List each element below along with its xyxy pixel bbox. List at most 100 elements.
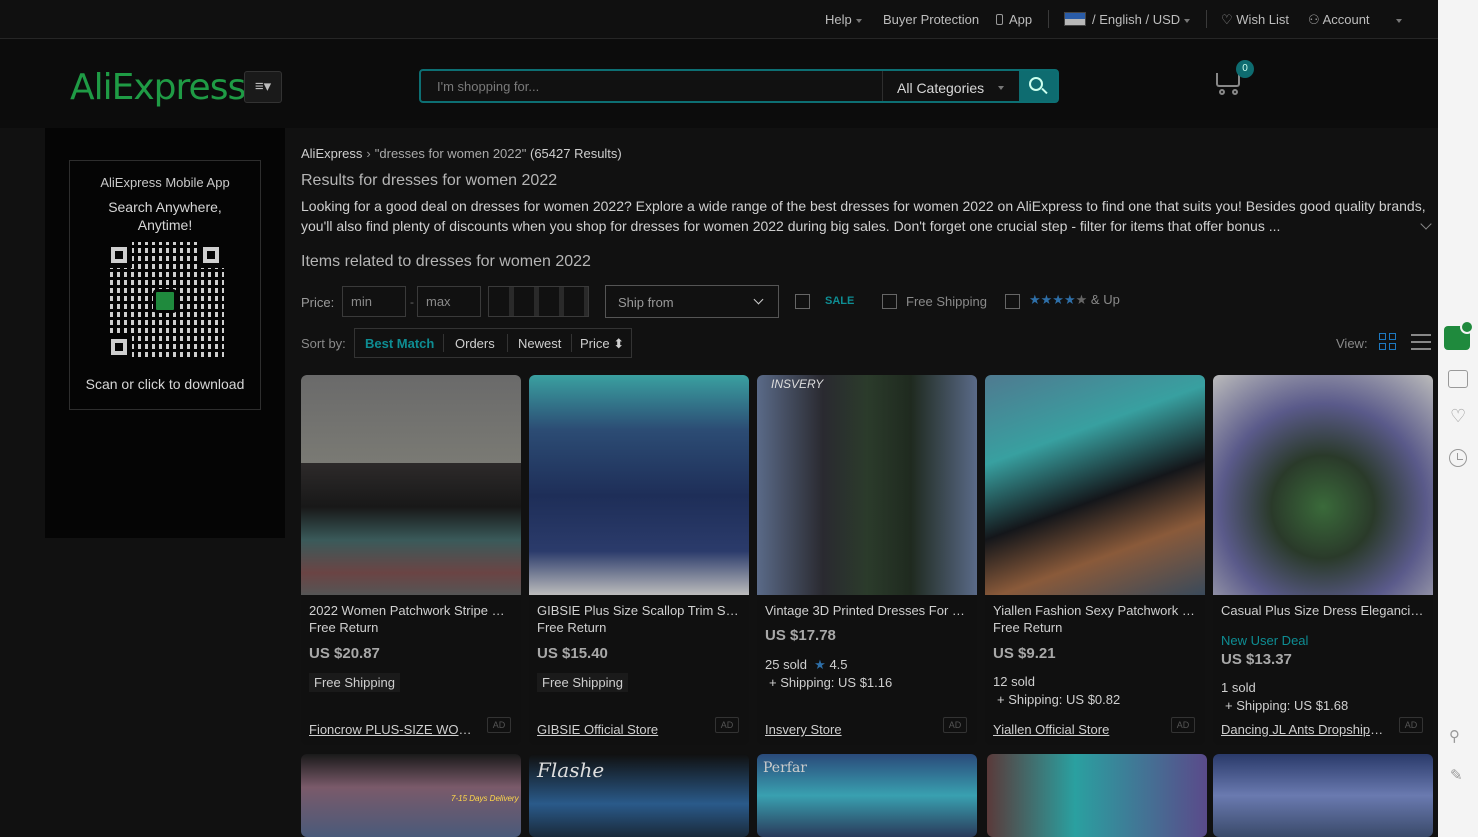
price-apply-button[interactable] (488, 286, 589, 317)
search-input[interactable] (421, 71, 881, 101)
search-button[interactable] (1019, 71, 1057, 101)
product-image[interactable] (985, 375, 1205, 595)
store-link[interactable]: Insvery Store (765, 722, 930, 737)
rating-up-label: & Up (1090, 292, 1120, 307)
sold-rating: 25 sold ★ 4.5 (765, 657, 848, 673)
product-image[interactable]: Perfar (757, 754, 977, 837)
price-dash: - (410, 295, 414, 309)
history-icon[interactable] (1449, 449, 1467, 467)
sold-count: 12 sold (993, 674, 1035, 689)
store-link[interactable]: Yiallen Official Store (993, 722, 1158, 737)
product-card[interactable] (987, 754, 1207, 837)
category-select[interactable]: All Categories (882, 71, 1020, 101)
sort-options: Best Match Orders Newest Price ⬍ (354, 328, 632, 358)
product-card[interactable]: Casual Plus Size Dress Elegancia M... Ne… (1213, 375, 1433, 745)
free-return-badge: Free Return (993, 620, 1063, 635)
product-image[interactable] (1213, 754, 1433, 837)
price-min-input[interactable] (342, 286, 406, 317)
ad-badge: AD (487, 717, 511, 733)
free-shipping-checkbox[interactable] (882, 294, 897, 309)
product-card[interactable]: Yiallen Fashion Sexy Patchwork Mi... Fre… (985, 375, 1205, 745)
breadcrumb-home[interactable]: AliExpress (301, 146, 362, 161)
results-heading: Results for dresses for women 2022 (301, 172, 558, 189)
product-image[interactable]: INSVERY (757, 375, 977, 595)
sort-bar: Sort by: Best Match Orders Newest Price … (301, 328, 1431, 358)
product-card[interactable]: 2022 Women Patchwork Stripe Ne... Free R… (301, 375, 521, 745)
sort-label: Sort by: (301, 336, 346, 351)
store-link[interactable]: Fioncrow PLUS-SIZE WOME... (309, 722, 474, 737)
delivery-badge: 7-15 Days Delivery (451, 794, 519, 803)
product-price: US $20.87 (309, 645, 380, 662)
account-dropdown[interactable] (1392, 12, 1402, 27)
product-title[interactable]: Vintage 3D Printed Dresses For W... (765, 603, 969, 618)
ad-badge: AD (1171, 717, 1195, 733)
feedback-icon[interactable]: ✎ (1450, 766, 1466, 784)
product-title[interactable]: GIBSIE Plus Size Scallop Trim Sequi... (537, 603, 741, 618)
product-price: US $9.21 (993, 645, 1056, 662)
download-link[interactable]: Scan or click to download (70, 376, 260, 392)
divider (1206, 10, 1207, 28)
chevron-down-icon (1184, 18, 1191, 23)
product-image[interactable]: 7-15 Days Delivery (301, 754, 521, 837)
product-image[interactable] (301, 375, 521, 595)
product-image[interactable] (1213, 375, 1433, 595)
product-title[interactable]: 2022 Women Patchwork Stripe Ne... (309, 603, 513, 618)
free-shipping-label: Free Shipping (906, 294, 987, 309)
mobile-app-promo[interactable]: AliExpress Mobile App Search Anywhere, A… (69, 160, 261, 410)
product-title[interactable]: Yiallen Fashion Sexy Patchwork Mi... (993, 603, 1197, 618)
aliexpress-logo[interactable]: AliExpress (70, 67, 246, 108)
store-link[interactable]: Dancing JL Ants Dropshippin... (1221, 722, 1386, 737)
qr-code[interactable] (106, 242, 224, 360)
rating-stars: ★★★★★ & Up (1029, 292, 1120, 307)
wishlist-label: Wish List (1236, 12, 1290, 27)
store-link[interactable]: GIBSIE Official Store (537, 722, 702, 737)
breadcrumb-query: "dresses for women 2022" (374, 146, 527, 161)
sort-best-match[interactable]: Best Match (365, 336, 434, 351)
user-icon: ⚇ (1308, 12, 1320, 27)
sale-checkbox[interactable] (795, 294, 810, 309)
product-card[interactable]: Flashe (529, 754, 749, 837)
coupon-icon[interactable] (1448, 370, 1468, 388)
shipping-info: Free Shipping (537, 673, 628, 692)
sort-orders[interactable]: Orders (455, 336, 495, 351)
product-image[interactable] (987, 754, 1207, 837)
product-image[interactable]: Flashe (529, 754, 749, 837)
wishlist-icon[interactable]: ♡ (1450, 407, 1466, 425)
product-card[interactable]: Perfar (757, 754, 977, 837)
filter-bar: Price: - Ship from SALE Free Shipping ★★… (301, 285, 1431, 319)
product-title[interactable]: Casual Plus Size Dress Elegancia M... (1221, 603, 1425, 618)
language-currency-selector[interactable]: / English / USD (1064, 12, 1191, 27)
cart-icon (1216, 73, 1240, 87)
divider (1048, 10, 1049, 28)
phone-icon (996, 14, 1003, 25)
sort-newest[interactable]: Newest (518, 336, 561, 351)
product-card[interactable]: 7-15 Days Delivery (301, 754, 521, 837)
ship-from-select[interactable]: Ship from (605, 285, 779, 318)
list-view-icon[interactable] (1411, 334, 1431, 350)
flag-icon (1064, 12, 1086, 26)
price-max-input[interactable] (417, 286, 481, 317)
buyer-protection-link[interactable]: Buyer Protection (883, 12, 979, 27)
category-menu-button[interactable]: ≡▾ (244, 71, 282, 103)
ad-badge: AD (715, 717, 739, 733)
wishlist-link[interactable]: ♡ Wish List (1221, 12, 1289, 28)
shipping-info: Free Shipping (309, 673, 400, 692)
grid-view-icon[interactable] (1379, 333, 1397, 351)
product-card[interactable]: INSVERY Vintage 3D Printed Dresses For W… (757, 375, 977, 745)
product-image[interactable] (529, 375, 749, 595)
share-icon[interactable]: ⚲ (1449, 727, 1467, 745)
account-menu[interactable]: ⚇ Account (1308, 12, 1370, 28)
rating-checkbox[interactable] (1005, 294, 1020, 309)
related-heading: Items related to dresses for women 2022 (301, 253, 591, 270)
help-menu[interactable]: Help (825, 12, 862, 27)
product-card[interactable] (1213, 754, 1433, 837)
chevron-right-icon: › (366, 146, 371, 161)
product-price: US $15.40 (537, 645, 608, 662)
app-download-icon[interactable] (1444, 320, 1474, 350)
app-link[interactable]: App (996, 12, 1032, 27)
product-card[interactable]: GIBSIE Plus Size Scallop Trim Sequi... F… (529, 375, 749, 745)
search-bar: All Categories (419, 69, 1059, 103)
sort-price[interactable]: Price ⬍ (580, 336, 624, 352)
account-label: Account (1322, 12, 1370, 27)
cart-button[interactable]: 0 (1212, 60, 1254, 97)
